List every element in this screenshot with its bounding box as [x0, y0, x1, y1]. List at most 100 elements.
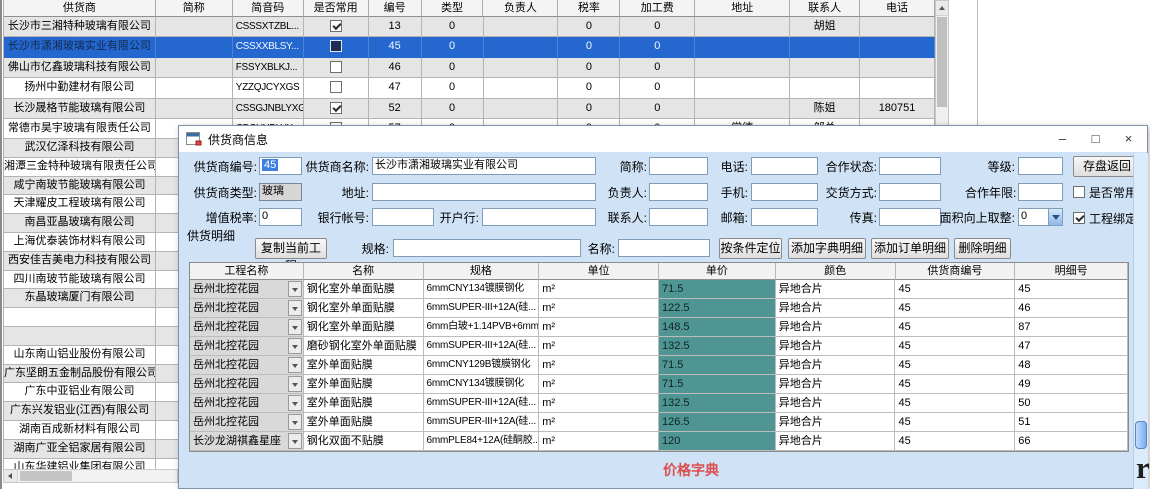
address-field[interactable]	[372, 183, 596, 201]
supplier-list-item[interactable]: 上海优泰装饰材料有限公司	[4, 233, 178, 252]
column-header-color[interactable]: 颜色	[776, 263, 896, 280]
detail-row[interactable]: 岳州北控花园 室外单面贴膜 6mmSUPER-III+12A(硅... m² 1…	[190, 413, 1128, 432]
column-header-common[interactable]: 是否常用	[304, 0, 369, 17]
chevron-down-icon[interactable]	[288, 357, 302, 373]
chevron-down-icon[interactable]	[288, 414, 302, 430]
supplier-type-field[interactable]: 玻璃	[259, 183, 302, 201]
delivery-field[interactable]	[879, 183, 941, 201]
short-name-field[interactable]	[649, 157, 708, 175]
project-combobox[interactable]: 岳州北控花园	[190, 299, 304, 318]
supplier-table-row[interactable]: 扬州中勤建材有限公司 YZZQJCYXGS 47 0 0 0	[4, 78, 935, 98]
supplier-list-item[interactable]: 西安佳吉美电力科技有限公司	[4, 252, 178, 271]
project-combobox[interactable]: 岳州北控花园	[190, 413, 304, 432]
supplier-list-item[interactable]: 山东华建铝业集团有限公司	[4, 459, 178, 469]
project-combobox[interactable]: 长沙龙湖祺鑫星座	[190, 432, 304, 451]
bank-field[interactable]	[482, 208, 596, 226]
column-header-type[interactable]: 类型	[422, 0, 484, 17]
round-up-select[interactable]: 0	[1018, 208, 1063, 226]
column-header-fee[interactable]: 加工费	[620, 0, 695, 17]
common-checkbox-icon[interactable]	[330, 20, 342, 32]
project-combobox[interactable]: 岳州北控花园	[190, 337, 304, 356]
project-combobox[interactable]: 岳州北控花园	[190, 356, 304, 375]
supplier-name-field[interactable]: 长沙市潇湘玻璃实业有限公司	[372, 157, 596, 175]
supplier-list-item[interactable]: 广东兴发铝业(江西)有限公司	[4, 402, 178, 421]
delete-detail-button[interactable]: 删除明细	[954, 238, 1011, 259]
vertical-scrollbar[interactable]	[935, 0, 949, 139]
common-checkbox-icon[interactable]	[330, 61, 342, 73]
vat-field[interactable]: 0	[259, 208, 302, 226]
contact-field[interactable]	[649, 208, 708, 226]
supplier-table-row[interactable]: 长沙晟格节能玻璃有限公司 CSSGJNBLYXGS 52 0 0 0 陈姐 18…	[4, 99, 935, 119]
supplier-list-item[interactable]	[4, 308, 178, 327]
grade-field[interactable]	[1018, 157, 1063, 175]
locate-button[interactable]: 按条件定位	[719, 238, 782, 259]
scrollbar-thumb[interactable]	[937, 17, 947, 107]
supplier-list-item[interactable]: 东晶玻璃厦门有限公司	[4, 289, 178, 308]
chevron-down-icon[interactable]	[288, 300, 302, 316]
supplier-list-item[interactable]: 咸宁南玻节能玻璃有限公司	[4, 177, 178, 196]
project-combobox[interactable]: 岳州北控花园	[190, 318, 304, 337]
chevron-down-icon[interactable]	[1048, 209, 1062, 225]
email-field[interactable]	[751, 208, 818, 226]
project-combobox[interactable]: 岳州北控花园	[190, 375, 304, 394]
column-header-shortname[interactable]: 简称	[156, 0, 233, 17]
scroll-left-icon[interactable]	[4, 470, 18, 482]
detail-row[interactable]: 岳州北控花园 钢化室外单面贴膜 6mm白玻+1.14PVB+6mm... m² …	[190, 318, 1128, 337]
column-header-supplier-no[interactable]: 供货商编号	[896, 263, 1016, 280]
scrollbar-thumb[interactable]	[20, 471, 72, 481]
project-combobox[interactable]: 岳州北控花园	[190, 394, 304, 413]
checkbox-icon[interactable]	[1073, 186, 1085, 198]
column-header-no[interactable]: 编号	[369, 0, 422, 17]
maximize-icon[interactable]: □	[1079, 126, 1112, 152]
checkbox-icon[interactable]	[1073, 212, 1085, 224]
chevron-down-icon[interactable]	[288, 433, 302, 449]
common-checkbox-icon[interactable]	[330, 40, 342, 52]
detail-row[interactable]: 岳州北控花园 室外单面贴膜 6mmCNY129B镀膜钢化 m² 71.5 异地合…	[190, 356, 1128, 375]
column-header-unit[interactable]: 单位	[539, 263, 659, 280]
dialog-vertical-scrollbar[interactable]	[1133, 153, 1148, 489]
column-header-phone[interactable]: 电话	[860, 0, 935, 17]
save-return-button[interactable]: 存盘返回	[1073, 156, 1141, 177]
supplier-list-item[interactable]: 广东中亚铝业有限公司	[4, 383, 178, 402]
chevron-down-icon[interactable]	[288, 376, 302, 392]
supplier-table-row[interactable]: 长沙市潇湘玻璃实业有限公司 CSSXXBLSY... 45 0 0 0	[4, 37, 935, 57]
column-header-code[interactable]: 简音码	[233, 0, 304, 17]
column-header-contact[interactable]: 联系人	[790, 0, 860, 17]
minimize-icon[interactable]: –	[1046, 126, 1079, 152]
detail-row[interactable]: 岳州北控花园 钢化室外单面贴膜 6mmSUPER-III+12A(硅... m²…	[190, 299, 1128, 318]
column-header-detail-no[interactable]: 明细号	[1015, 263, 1128, 280]
supplier-no-field[interactable]: 45	[259, 157, 302, 175]
supplier-list-item[interactable]: 山东南山铝业股份有限公司	[4, 346, 178, 365]
manager-field[interactable]	[649, 183, 708, 201]
detail-row[interactable]: 长沙龙湖祺鑫星座 钢化双面不贴膜 6mmPLE84+12A(硅酮胶... m² …	[190, 432, 1128, 451]
chevron-down-icon[interactable]	[288, 319, 302, 335]
copy-project-button[interactable]: 复制当前工程	[255, 238, 327, 259]
supplier-list-item[interactable]	[4, 327, 178, 346]
coop-years-field[interactable]	[1018, 183, 1063, 201]
fax-field[interactable]	[879, 208, 941, 226]
column-header-tax[interactable]: 税率	[558, 0, 620, 17]
supplier-list-item[interactable]: 广东坚朗五金制品股份有限公司	[4, 365, 178, 384]
detail-row[interactable]: 岳州北控花园 室外单面贴膜 6mmCNY134镀膜钢化 m² 71.5 异地合片…	[190, 375, 1128, 394]
common-use-checkbox[interactable]: 是否常用	[1073, 184, 1137, 200]
column-header-address[interactable]: 地址	[695, 0, 790, 17]
project-bind-checkbox[interactable]: 工程绑定	[1073, 210, 1137, 226]
column-header-price[interactable]: 单价	[659, 263, 776, 280]
chevron-down-icon[interactable]	[288, 281, 302, 297]
horizontal-scrollbar[interactable]	[3, 469, 178, 483]
detail-row[interactable]: 岳州北控花园 钢化室外单面贴膜 6mmCNY134镀膜钢化 m² 71.5 异地…	[190, 280, 1128, 299]
supplier-list-item[interactable]: 武汉亿泽科技有限公司	[4, 139, 178, 158]
chevron-down-icon[interactable]	[288, 395, 302, 411]
coop-status-field[interactable]	[879, 157, 941, 175]
supplier-list-item[interactable]: 湖南广亚全铝家居有限公司	[4, 440, 178, 459]
column-header-manager[interactable]: 负责人	[483, 0, 558, 17]
mobile-field[interactable]	[751, 183, 818, 201]
add-dict-detail-button[interactable]: 添加字典明细	[788, 238, 866, 259]
project-combobox[interactable]: 岳州北控花园	[190, 280, 304, 299]
column-header-supplier[interactable]: 供货商	[4, 0, 156, 17]
bank-account-field[interactable]	[372, 208, 434, 226]
scrollbar-thumb[interactable]	[1135, 421, 1147, 449]
supplier-list-item[interactable]: 湘潭三金特种玻璃有限责任公司	[4, 158, 178, 177]
common-checkbox-icon[interactable]	[330, 81, 342, 93]
phone-field[interactable]	[751, 157, 818, 175]
